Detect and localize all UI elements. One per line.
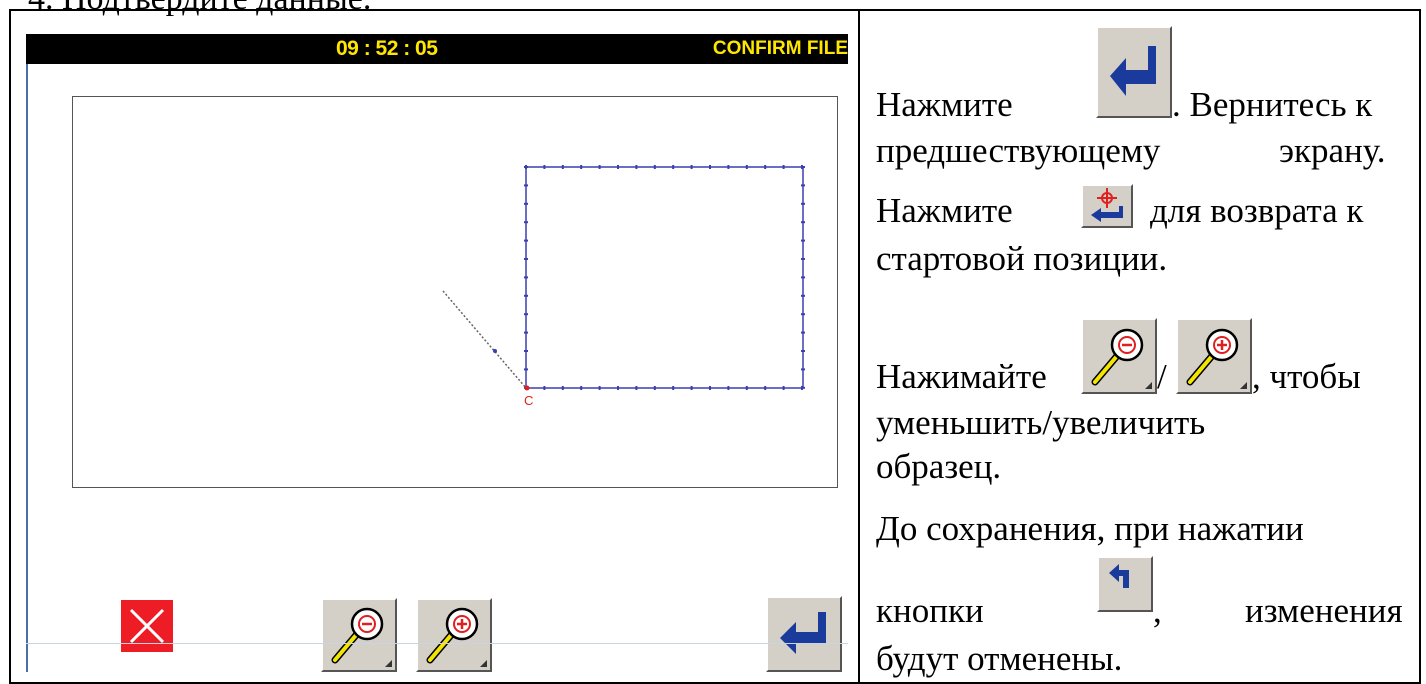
return-to-origin-icon	[1091, 188, 1123, 222]
instr-line2-right: экрану.	[1279, 131, 1386, 170]
pattern-rectangle	[525, 166, 804, 389]
inline-zoom-out-button	[1081, 318, 1157, 394]
instr-line10: будут отменены.	[876, 639, 1123, 678]
instr-line7: образец.	[876, 447, 1002, 486]
pattern-drawing: C	[442, 165, 805, 408]
instr-line5-after: , чтобы	[1252, 357, 1361, 396]
zoom-out-button[interactable]	[321, 598, 397, 672]
inline-return-origin-button	[1081, 184, 1133, 228]
instr-line9-right: изменения	[1245, 591, 1403, 630]
instr-line5-slash: /	[1157, 357, 1167, 396]
zoom-in-button[interactable]	[416, 598, 492, 672]
column-divider	[858, 9, 860, 684]
instr-line3-after: для возврата к	[1150, 191, 1364, 230]
instr-line9-left: кнопки	[876, 591, 984, 630]
cancel-button[interactable]	[121, 600, 173, 652]
inline-undo-button	[1097, 556, 1153, 612]
screen-header-bar: 09 : 52 : 05 CONFIRM FILE	[26, 34, 848, 64]
instr-line6: уменьшить/увеличить	[876, 403, 1206, 442]
start-point-label: C	[524, 393, 533, 408]
inline-zoom-in-button	[1176, 318, 1252, 394]
approach-needle-point	[493, 349, 497, 353]
enter-return-icon	[1110, 46, 1156, 96]
start-point-dot	[524, 385, 530, 391]
instr-line5-before: Нажимайте	[876, 357, 1047, 396]
approach-line	[442, 290, 527, 389]
instr-line9-mid: ,	[1153, 591, 1162, 630]
instr-line1-after: . Вернитесь к	[1172, 85, 1373, 124]
instr-line3-before: Нажмите	[876, 191, 1013, 230]
instr-line1-before: Нажмите	[876, 85, 1013, 124]
pattern-preview-area: C	[72, 96, 838, 488]
enter-button[interactable]	[766, 596, 842, 672]
instr-line2-left: предшествующему	[876, 131, 1161, 170]
screen-left-edge	[26, 64, 28, 672]
machine-screen: 09 : 52 : 05 CONFIRM FILE C	[26, 34, 848, 672]
clock-time: 09 : 52 : 05	[336, 37, 438, 60]
instr-line4: стартовой позиции.	[876, 239, 1168, 278]
instr-line8: До сохранения, при нажатии	[876, 509, 1304, 548]
stitch-points	[524, 165, 805, 390]
undo-arrow-icon	[1109, 564, 1129, 588]
enter-return-icon	[780, 612, 826, 654]
close-x-icon	[129, 608, 165, 644]
screen-title: CONFIRM FILE	[712, 38, 848, 59]
inline-enter-button	[1096, 26, 1172, 118]
screen-bottom-line	[26, 643, 848, 644]
